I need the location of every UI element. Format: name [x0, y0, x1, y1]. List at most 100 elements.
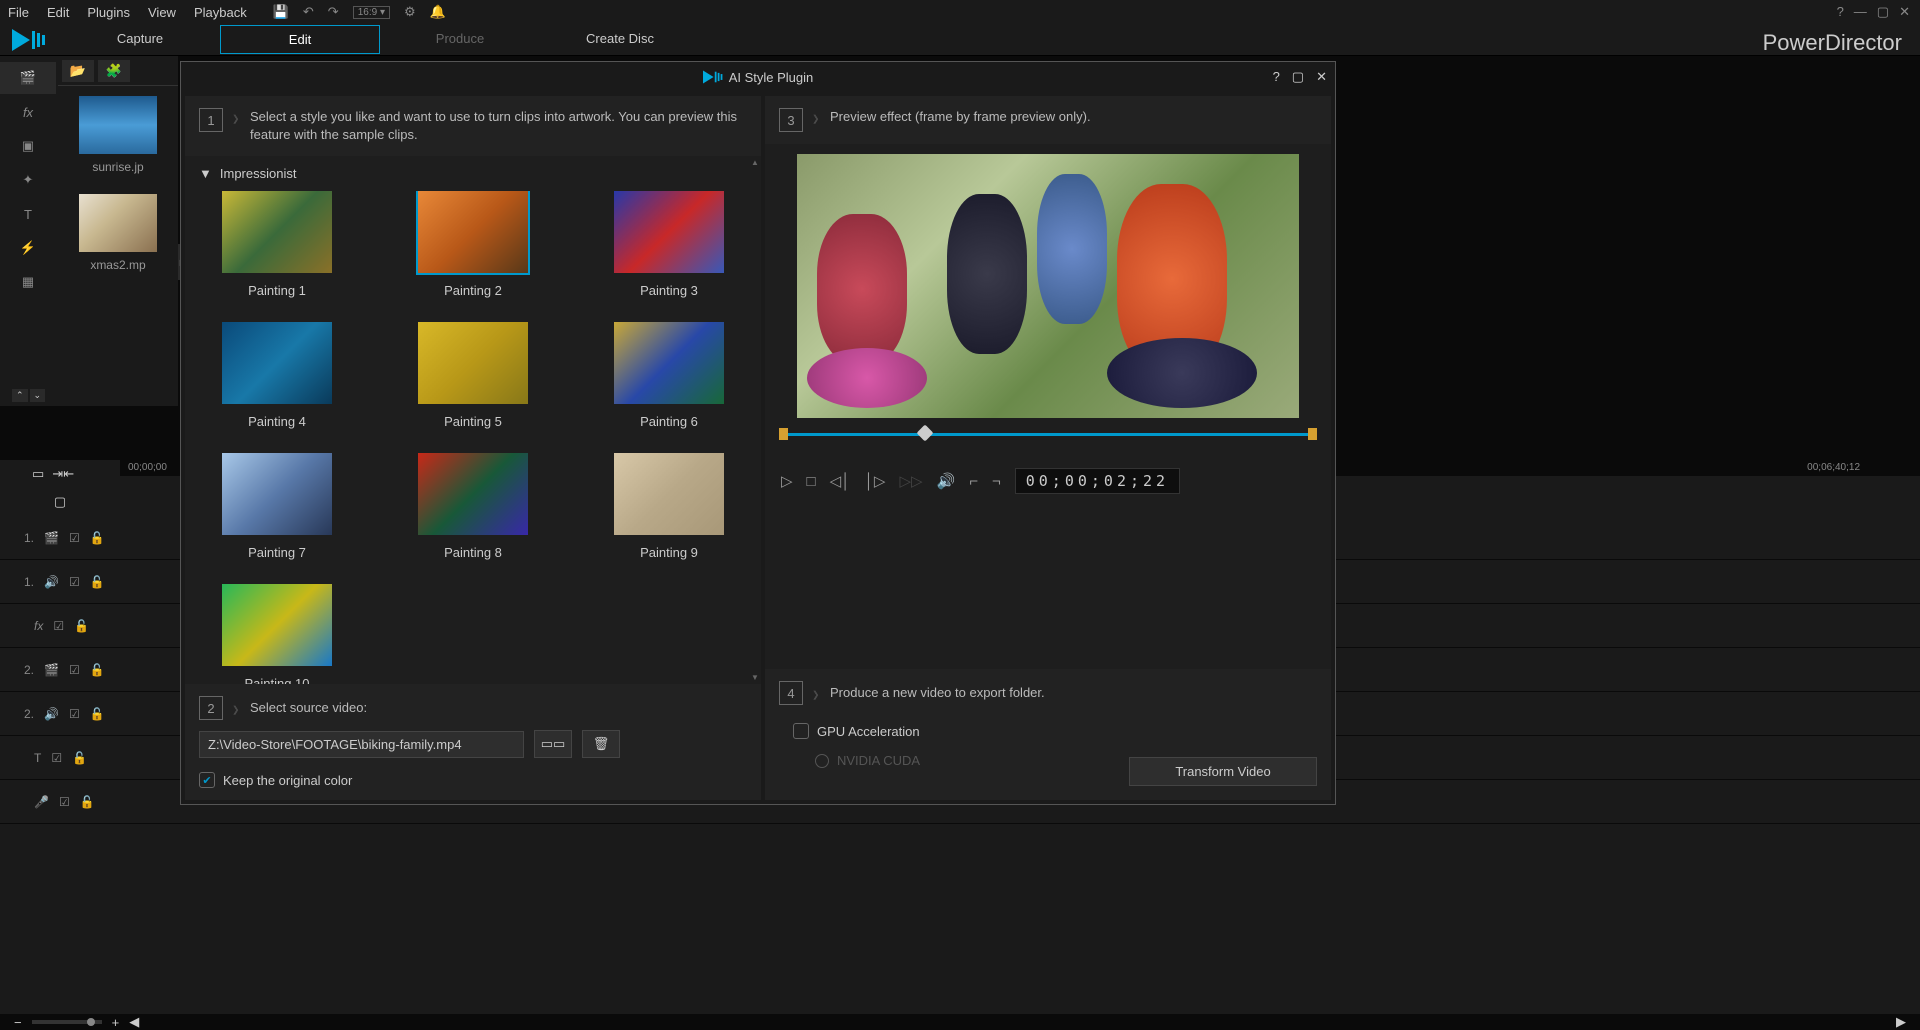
particle-room-button[interactable]: ✦ [0, 164, 56, 196]
maximize-icon[interactable]: ▢ [1877, 4, 1889, 20]
minimize-icon[interactable]: — [1854, 4, 1867, 20]
track-lock-icon[interactable]: 🔓 [90, 663, 105, 677]
sidebar-up-icon[interactable]: ⌃ [12, 389, 28, 402]
pip-room-button[interactable]: ▣ [0, 130, 56, 162]
playhead-thumb[interactable] [916, 425, 933, 442]
timecode-display[interactable]: 00;00;02;22 [1015, 468, 1180, 494]
browse-button[interactable]: ▭▭ [534, 730, 572, 758]
style-painting-6[interactable]: Painting 6 [591, 322, 747, 429]
category-label: Impressionist [220, 166, 297, 181]
style-painting-2[interactable]: Painting 2 [395, 191, 551, 298]
sidebar-down-icon[interactable]: ⌄ [30, 389, 46, 402]
track-lock-icon[interactable]: 🔓 [80, 795, 95, 809]
track-visible-checkbox[interactable]: ☑ [69, 663, 80, 677]
media-item-sunrise[interactable]: sunrise.jp [58, 86, 178, 184]
style-painting-9[interactable]: Painting 9 [591, 453, 747, 560]
track-lock-icon[interactable]: 🔓 [90, 575, 105, 589]
fx-room-button[interactable]: fx [0, 96, 56, 128]
transform-video-button[interactable]: Transform Video [1129, 757, 1317, 786]
style-painting-4[interactable]: Painting 4 [199, 322, 355, 429]
source-path-input[interactable] [199, 731, 524, 758]
zoom-slider[interactable] [32, 1020, 102, 1024]
gpu-accel-checkbox[interactable] [793, 723, 809, 739]
track-num: 2. [24, 663, 34, 677]
keep-color-checkbox[interactable]: ✔ [199, 772, 215, 788]
track-visible-checkbox[interactable]: ☑ [69, 531, 80, 545]
track-lock-icon[interactable]: 🔓 [74, 619, 89, 633]
preview-slider[interactable] [779, 428, 1317, 440]
style-painting-3[interactable]: Painting 3 [591, 191, 747, 298]
track-num: 2. [24, 707, 34, 721]
snap-icon[interactable]: ⇥⇤ [52, 466, 74, 482]
play-button[interactable]: ▷ [781, 472, 793, 490]
style-painting-1[interactable]: Painting 1 [199, 191, 355, 298]
media-room-button[interactable]: 🎬 [0, 62, 56, 94]
keep-color-label: Keep the original color [223, 773, 352, 788]
redo-icon[interactable]: ↷ [328, 4, 339, 20]
import-button[interactable]: 📂 [62, 60, 94, 82]
track-lock-icon[interactable]: 🔓 [90, 531, 105, 545]
mark-out-button[interactable]: ¬ [992, 473, 1001, 490]
dialog-title-text: AI Style Plugin [729, 70, 814, 85]
settings-icon[interactable]: ⚙ [404, 4, 416, 20]
style-painting-10[interactable]: Painting 10 [199, 584, 355, 684]
dialog-maximize-icon[interactable]: ▢ [1292, 69, 1304, 85]
menu-edit[interactable]: Edit [47, 5, 69, 20]
help-icon[interactable]: ? [1837, 4, 1844, 20]
ruler-time-start: 00;00;00 [128, 462, 167, 473]
menu-playback[interactable]: Playback [194, 5, 247, 20]
step-1-text: Select a style you like and want to use … [250, 108, 747, 144]
stop-button[interactable]: □ [807, 473, 816, 490]
track-visible-checkbox[interactable]: ☑ [51, 751, 62, 765]
prev-frame-button[interactable]: ◁│ [830, 472, 851, 490]
scroll-left-icon[interactable]: ◀ [129, 1014, 139, 1030]
tab-capture[interactable]: Capture [60, 25, 220, 54]
dialog-titlebar[interactable]: AI Style Plugin ? ▢ ✕ [181, 62, 1335, 92]
track-lock-icon[interactable]: 🔓 [90, 707, 105, 721]
styles-scrollbar[interactable]: ▲▼ [751, 156, 759, 684]
aspect-ratio-button[interactable]: 16:9 ▾ [353, 6, 390, 19]
zoom-out-button[interactable]: − [14, 1015, 22, 1030]
zoom-in-button[interactable]: + [112, 1015, 120, 1030]
audio-room-button[interactable]: ▦ [0, 266, 56, 298]
save-icon[interactable]: 💾 [273, 4, 289, 20]
title-room-button[interactable]: T [0, 198, 56, 230]
next-frame-button[interactable]: │▷ [865, 472, 886, 490]
menu-plugins[interactable]: Plugins [87, 5, 130, 20]
dialog-close-icon[interactable]: ✕ [1316, 69, 1327, 85]
track-lock-icon[interactable]: 🔓 [72, 751, 87, 765]
track-visible-checkbox[interactable]: ☑ [69, 707, 80, 721]
collapse-icon: ▼ [199, 166, 212, 181]
transition-room-button[interactable]: ⚡ [0, 232, 56, 264]
mark-in-button[interactable]: ⌐ [969, 473, 978, 490]
close-app-icon[interactable]: ✕ [1899, 4, 1910, 20]
media-item-xmas[interactable]: xmas2.mp [58, 184, 178, 282]
style-painting-5[interactable]: Painting 5 [395, 322, 551, 429]
style-painting-7[interactable]: Painting 7 [199, 453, 355, 560]
track-num: 1. [24, 531, 34, 545]
style-painting-8[interactable]: Painting 8 [395, 453, 551, 560]
mark-out-handle[interactable] [1308, 428, 1317, 440]
track-visible-checkbox[interactable]: ☑ [69, 575, 80, 589]
mark-in-handle[interactable] [779, 428, 788, 440]
undo-icon[interactable]: ↶ [303, 4, 314, 20]
tab-produce[interactable]: Produce [380, 25, 540, 54]
track-visible-checkbox[interactable]: ☑ [53, 619, 64, 633]
category-impressionist[interactable]: ▼ Impressionist [185, 156, 761, 191]
volume-button[interactable]: 🔊 [937, 472, 956, 490]
menu-view[interactable]: View [148, 5, 176, 20]
menu-file[interactable]: File [8, 5, 29, 20]
notification-icon[interactable]: 🔔 [430, 4, 446, 20]
track-view-icon[interactable]: ▭ [32, 466, 44, 482]
track-visible-checkbox[interactable]: ☑ [59, 795, 70, 809]
delete-button[interactable]: 🗑 [582, 730, 620, 758]
styles-grid: Painting 1 Painting 2 Painting 3 Paintin… [199, 191, 747, 684]
dialog-help-icon[interactable]: ? [1273, 69, 1280, 85]
scroll-right-icon[interactable]: ▶ [1896, 1014, 1906, 1030]
step-number: 2 [199, 696, 223, 720]
voice-track-icon: 🎤 [34, 795, 49, 809]
tab-create-disc[interactable]: Create Disc [540, 25, 700, 54]
plugin-button[interactable]: 🧩 [98, 60, 130, 82]
tab-edit[interactable]: Edit [220, 25, 380, 54]
selection-icon[interactable]: ▢ [54, 494, 66, 510]
